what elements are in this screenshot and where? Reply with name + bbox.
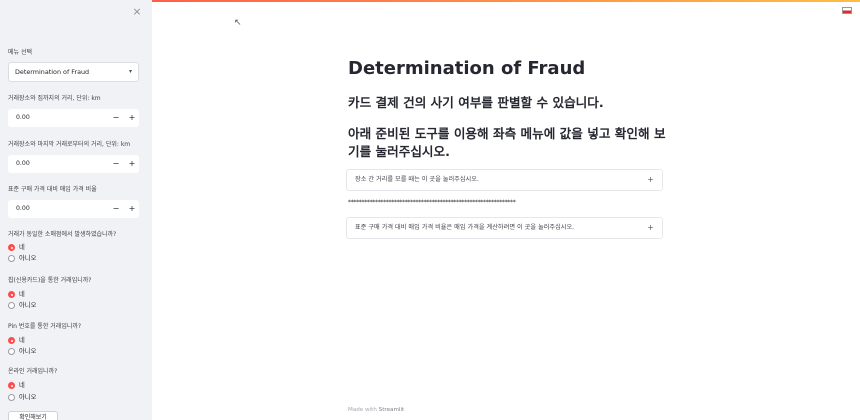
expand-plus-icon: +	[647, 175, 654, 184]
price-ratio-value: 0.00	[16, 205, 30, 212]
distance-help-expander[interactable]: 장소 간 거리를 모를 때는 이 곳을 눌러주십시오. +	[346, 169, 663, 191]
expander-label: 표준 구매 가격 대비 매입 가격 비율은 매입 가격을 계산하려면 이 곳을 …	[355, 224, 575, 231]
price-ratio-decrement-button[interactable]: −	[110, 200, 122, 218]
home-distance-increment-button[interactable]: +	[126, 109, 138, 127]
last-transaction-distance-value: 0.00	[16, 160, 30, 167]
separator-stars: ****************************************…	[348, 199, 516, 206]
radio-selected-icon	[8, 244, 15, 251]
last-transaction-distance-input[interactable]: 0.00 − +	[8, 155, 139, 173]
home-distance-input[interactable]: 0.00 − +	[8, 109, 139, 127]
radio-label: 네	[19, 337, 25, 344]
radio-label: 네	[19, 291, 25, 298]
subtitle-description: 카드 결제 건의 사기 여부를 판별할 수 있습니다.	[348, 95, 604, 110]
radio-unselected-icon	[8, 394, 15, 401]
menu-select[interactable]: Determination of Fraud ▾	[8, 62, 139, 82]
radio-selected-icon	[8, 291, 15, 298]
radio-unselected-icon	[8, 255, 15, 262]
page-title: Determination of Fraud	[348, 58, 586, 79]
home-distance-decrement-button[interactable]: −	[110, 109, 122, 127]
home-distance-value: 0.00	[16, 114, 30, 121]
pin-question: Pin 번호를 통한 거래입니까?	[8, 323, 82, 330]
menu-select-value: Determination of Fraud	[15, 68, 90, 76]
chip-question: 칩(신용카드)을 통한 거래입니까?	[8, 277, 92, 284]
menu-select-label: 메뉴 선택	[8, 49, 32, 56]
price-ratio-help-expander[interactable]: 표준 구매 가격 대비 매입 가격 비율은 매입 가격을 계산하려면 이 곳을 …	[346, 217, 663, 239]
close-sidebar-icon[interactable]: ×	[131, 6, 143, 18]
last-transaction-distance-decrement-button[interactable]: −	[110, 155, 122, 173]
chevron-down-icon: ▾	[128, 68, 132, 75]
radio-label: 네	[19, 244, 25, 251]
online-question: 온라인 거래입니까?	[8, 368, 58, 375]
footer-prefix: Made with	[348, 407, 379, 413]
radio-selected-icon	[8, 337, 15, 344]
price-ratio-input[interactable]: 0.00 − +	[8, 200, 139, 218]
mouse-pointer-icon: ↖	[234, 18, 242, 28]
sidebar: × 메뉴 선택 Determination of Fraud ▾ 거래장소와 집…	[0, 0, 152, 420]
radio-label: 아니오	[19, 302, 37, 309]
confirm-button[interactable]: 확인해보기	[8, 411, 58, 420]
price-ratio-label: 표준 구매 가격 대비 매입 가격 비율	[8, 186, 97, 193]
radio-label: 아니오	[19, 348, 37, 355]
price-ratio-increment-button[interactable]: +	[126, 200, 138, 218]
footer: Made with Streamlit	[348, 407, 404, 413]
radio-label: 네	[19, 382, 25, 389]
subtitle-instructions: 아래 준비된 도구를 이용해 좌측 메뉴에 값을 넣고 확인해 보기를 눌러주십…	[348, 126, 666, 159]
streamlit-link[interactable]: Streamlit	[379, 407, 405, 413]
radio-selected-icon	[8, 382, 15, 389]
last-transaction-distance-increment-button[interactable]: +	[126, 155, 138, 173]
radio-unselected-icon	[8, 302, 15, 309]
radio-label: 아니오	[19, 255, 37, 262]
home-distance-label: 거래장소와 집까지의 거리, 단위: km	[8, 95, 101, 102]
last-transaction-distance-label: 거래장소와 마지막 거래로부터의 거리, 단위: km	[8, 141, 131, 148]
expand-plus-icon: +	[647, 223, 654, 232]
flag-icon[interactable]	[842, 7, 852, 14]
radio-unselected-icon	[8, 348, 15, 355]
expander-label: 장소 간 거리를 모를 때는 이 곳을 눌러주십시오.	[355, 176, 479, 183]
radio-label: 아니오	[19, 394, 37, 401]
same-retailer-question: 거래가 동일한 소매점에서 발생하였습니까?	[8, 231, 117, 238]
